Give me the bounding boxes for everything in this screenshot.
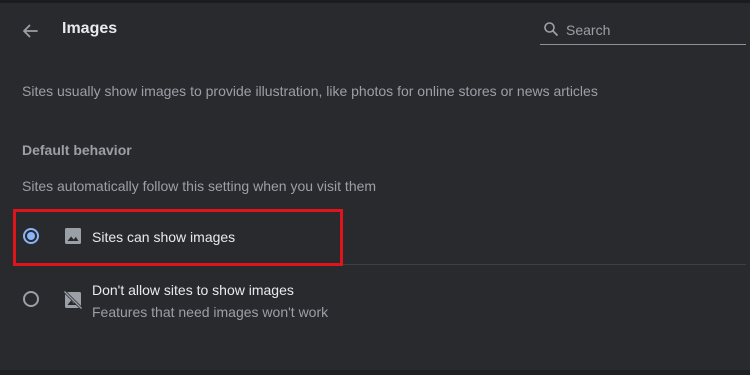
image-off-icon: [63, 290, 83, 310]
top-edge: [0, 0, 750, 3]
radio-block-images[interactable]: [23, 291, 39, 307]
bottom-edge: [0, 370, 750, 375]
page-title: Images: [62, 20, 118, 37]
option-sublabel: Features that need images won't work: [92, 304, 329, 320]
search-box[interactable]: [540, 14, 746, 45]
search-input[interactable]: [564, 17, 744, 43]
highlight-box: [13, 209, 343, 266]
page-description: Sites usually show images to provide ill…: [22, 83, 598, 99]
section-subtitle: Sites automatically follow this setting …: [22, 178, 377, 194]
option-label: Don't allow sites to show images: [92, 282, 294, 298]
back-button[interactable]: [16, 17, 44, 45]
search-icon: [544, 22, 558, 36]
arrow-left-icon: [23, 24, 38, 38]
section-title: Default behavior: [22, 142, 132, 158]
